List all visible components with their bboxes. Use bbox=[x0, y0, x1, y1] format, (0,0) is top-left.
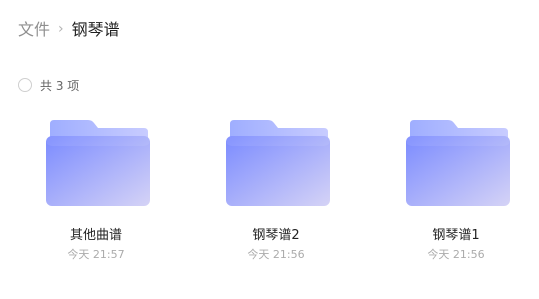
folder-name: 钢琴谱2 bbox=[252, 228, 300, 243]
item-count: 共 3 项 bbox=[40, 78, 80, 93]
breadcrumb: 文件 › 钢琴谱 bbox=[18, 16, 120, 40]
selection-bar: 共 3 项 bbox=[18, 76, 79, 94]
folder-grid: 其他曲谱 今天 21:57 钢琴谱2 今天 21:56 钢琴谱1 今天 21:5… bbox=[0, 118, 539, 268]
breadcrumb-root[interactable]: 文件 bbox=[18, 16, 50, 40]
folder-name: 钢琴谱1 bbox=[432, 228, 480, 243]
folder-name: 其他曲谱 bbox=[69, 228, 122, 243]
folder-icon bbox=[406, 120, 510, 206]
folder-modified-time: 今天 21:57 bbox=[67, 248, 125, 261]
breadcrumb-current: 钢琴谱 bbox=[71, 20, 120, 39]
select-all-checkbox[interactable] bbox=[18, 78, 32, 92]
folder-icon bbox=[226, 120, 330, 206]
folder-modified-time: 今天 21:56 bbox=[247, 248, 305, 261]
folder-modified-time: 今天 21:56 bbox=[427, 248, 485, 261]
folder-icon bbox=[46, 120, 150, 206]
breadcrumb-separator-icon: › bbox=[58, 20, 64, 37]
